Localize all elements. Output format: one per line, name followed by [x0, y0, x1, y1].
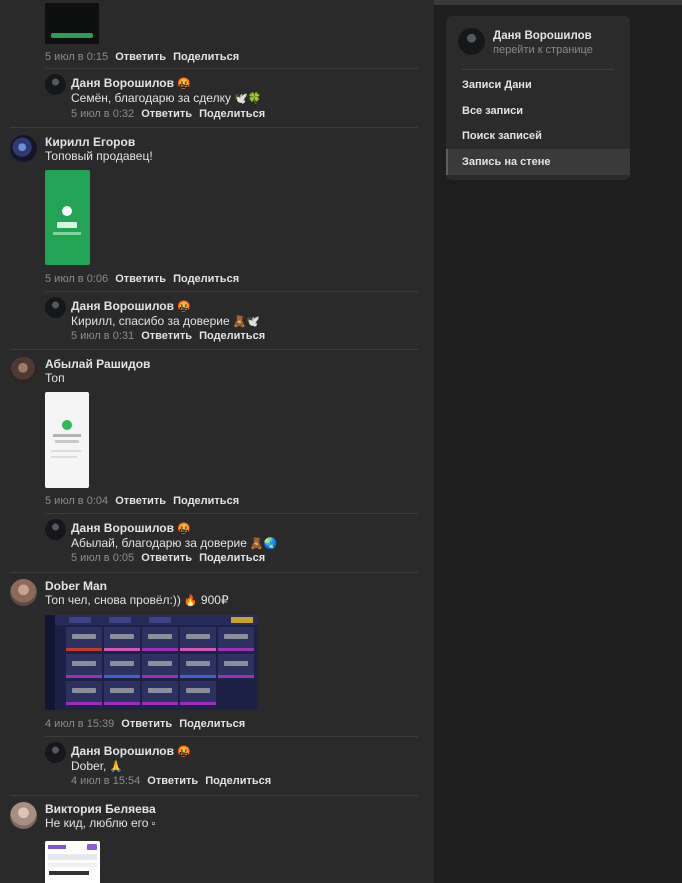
comment-text: Топ чел, снова провёл:)) 🔥 900₽: [45, 593, 229, 607]
author-emoji: 🤬: [177, 78, 191, 90]
profile-avatar[interactable]: [458, 28, 485, 55]
reply-button[interactable]: Ответить: [141, 108, 192, 120]
text-emoji: 🧸🌏: [249, 538, 278, 550]
text-emoji: 🔥: [183, 595, 198, 607]
attached-image[interactable]: [45, 615, 258, 710]
profile-name[interactable]: Даня Ворошилов: [493, 30, 592, 42]
comment-meta: 5 июл в 0:05 Ответить Поделиться: [71, 552, 265, 564]
comment-time: 5 июл в 0:31: [71, 330, 135, 342]
comment-author[interactable]: Даня Ворошилов 🤬: [71, 76, 191, 90]
reply-button[interactable]: Ответить: [115, 495, 166, 507]
comment-meta: 5 июл в 0:32 Ответить Поделиться: [71, 108, 265, 120]
share-button[interactable]: Поделиться: [199, 330, 265, 342]
profile-card: Даня Ворошилов перейти к странице Записи…: [446, 16, 630, 180]
share-button[interactable]: Поделиться: [199, 552, 265, 564]
text-emoji: 🕊️🍀: [233, 93, 262, 105]
reply-button[interactable]: Ответить: [141, 552, 192, 564]
avatar[interactable]: [45, 519, 66, 540]
comment-meta: 4 июл в 15:54 Ответить Поделиться: [71, 775, 271, 787]
comment-meta: 5 июл в 0:15 Ответить Поделиться: [45, 51, 239, 63]
comment-author[interactable]: Виктория Беляева: [45, 802, 156, 816]
share-button[interactable]: Поделиться: [173, 51, 239, 63]
comment-time: 4 июл в 15:39: [45, 718, 115, 730]
share-button[interactable]: Поделиться: [173, 495, 239, 507]
comment-text: Семён, благодарю за сделку 🕊️🍀: [71, 91, 262, 105]
avatar[interactable]: [10, 579, 37, 606]
divider: [45, 736, 418, 737]
comment-author[interactable]: Даня Ворошилов 🤬: [71, 521, 191, 535]
comment-meta: 5 июл в 0:04 Ответить Поделиться: [45, 495, 239, 507]
avatar[interactable]: [10, 135, 37, 162]
top-strip: [434, 0, 682, 5]
text-emoji: 🧸🕊️: [232, 316, 261, 328]
comment-text: Топовый продавец!: [45, 149, 153, 163]
comment-time: 5 июл в 0:06: [45, 273, 109, 285]
menu-item-search-posts[interactable]: Поиск записей: [446, 123, 630, 149]
divider: [45, 513, 418, 514]
comment-author[interactable]: Даня Ворошилов 🤬: [71, 744, 191, 758]
reply-button[interactable]: Ответить: [147, 775, 198, 787]
divider: [10, 572, 418, 573]
divider: [10, 795, 418, 796]
profile-link[interactable]: перейти к странице: [493, 44, 593, 56]
comment-text: Абылай, благодарю за доверие 🧸🌏: [71, 536, 278, 550]
author-emoji: 🤬: [177, 523, 191, 535]
comment-text: Dober, 🙏: [71, 759, 124, 773]
menu-item-all-posts[interactable]: Все записи: [446, 98, 630, 124]
avatar[interactable]: [45, 742, 66, 763]
avatar[interactable]: [10, 357, 37, 384]
comments-feed: 5 июл в 0:15 Ответить Поделиться Даня Во…: [0, 0, 434, 883]
comment-time: 4 июл в 15:54: [71, 775, 141, 787]
author-emoji: 🤬: [177, 301, 191, 313]
share-button[interactable]: Поделиться: [199, 108, 265, 120]
divider: [462, 69, 614, 70]
menu-item-user-posts[interactable]: Записи Дани: [446, 72, 630, 98]
text-emoji: ▫: [151, 818, 156, 830]
share-button[interactable]: Поделиться: [173, 273, 239, 285]
comment-meta: 5 июл в 0:31 Ответить Поделиться: [71, 330, 265, 342]
share-button[interactable]: Поделиться: [179, 718, 245, 730]
attached-image[interactable]: [45, 3, 99, 44]
avatar[interactable]: [45, 74, 66, 95]
comment-meta: 5 июл в 0:06 Ответить Поделиться: [45, 273, 239, 285]
reply-button[interactable]: Ответить: [115, 273, 166, 285]
share-button[interactable]: Поделиться: [205, 775, 271, 787]
divider: [10, 127, 418, 128]
reply-button[interactable]: Ответить: [141, 330, 192, 342]
avatar[interactable]: [45, 297, 66, 318]
comment-time: 5 июл в 0:04: [45, 495, 109, 507]
attached-image[interactable]: [45, 170, 90, 265]
comment-author[interactable]: Абылай Рашидов: [45, 357, 150, 371]
comment-author[interactable]: Dober Man: [45, 579, 107, 593]
author-emoji: 🤬: [177, 746, 191, 758]
reply-button[interactable]: Ответить: [121, 718, 172, 730]
comment-text: Не кид, люблю его ▫: [45, 816, 156, 830]
attached-image[interactable]: [45, 392, 89, 488]
comment-time: 5 июл в 0:32: [71, 108, 135, 120]
menu-item-wall-post[interactable]: Запись на стене: [446, 149, 630, 175]
divider: [45, 291, 418, 292]
reply-button[interactable]: Ответить: [115, 51, 166, 63]
avatar[interactable]: [10, 802, 37, 829]
comment-text: Кирилл, спасибо за доверие 🧸🕊️: [71, 314, 261, 328]
comment-meta: 4 июл в 15:39 Ответить Поделиться: [45, 718, 245, 730]
comment-author[interactable]: Кирилл Егоров: [45, 135, 135, 149]
comment-author[interactable]: Даня Ворошилов 🤬: [71, 299, 191, 313]
divider: [45, 68, 418, 69]
comment-text: Топ: [45, 371, 65, 385]
divider: [10, 349, 418, 350]
comment-time: 5 июл в 0:15: [45, 51, 109, 63]
attached-image[interactable]: [45, 841, 100, 883]
text-emoji: 🙏: [109, 761, 124, 773]
comment-time: 5 июл в 0:05: [71, 552, 135, 564]
